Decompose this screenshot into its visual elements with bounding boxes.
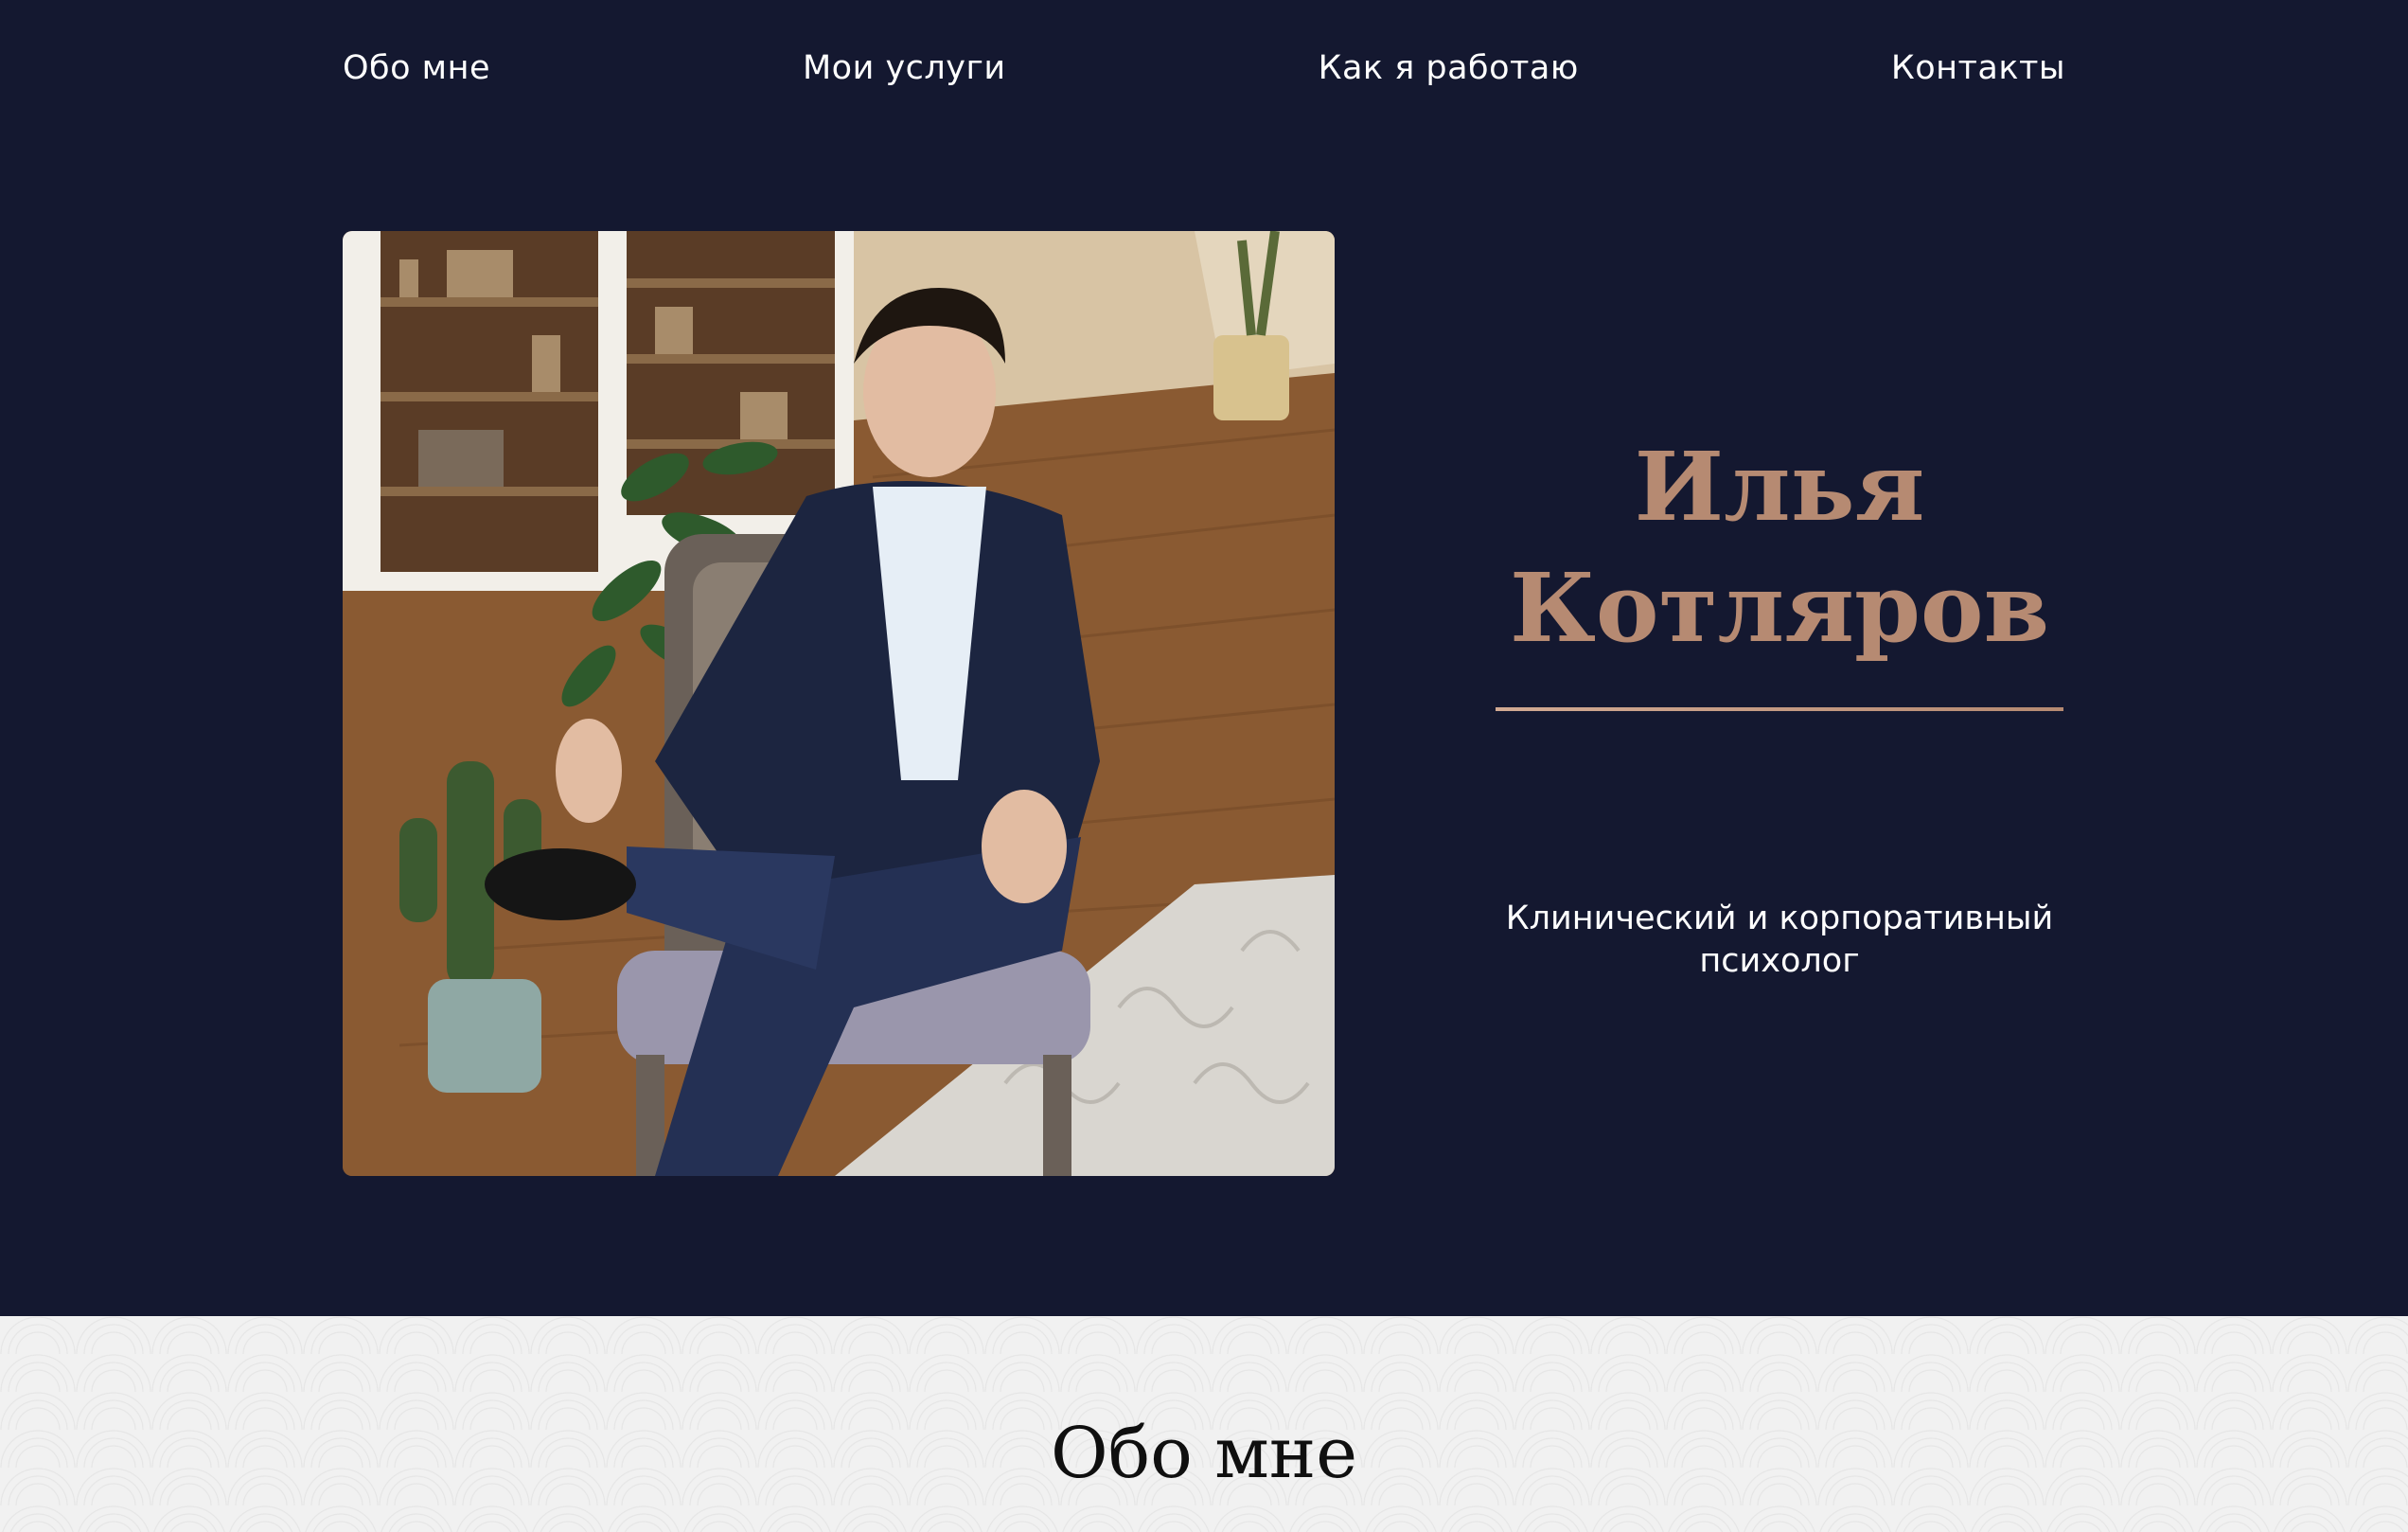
main-nav: Обо мне Мои услуги Как я работаю Контакт… bbox=[343, 38, 2065, 98]
hero-subtitle: Клинический и корпоративный психолог bbox=[1505, 900, 2054, 980]
nav-link-about[interactable]: Обо мне bbox=[343, 49, 490, 87]
name-last: Котляров bbox=[1509, 552, 2050, 664]
nav-link-services[interactable]: Мои услуги bbox=[803, 49, 1006, 87]
nav-link-how-i-work[interactable]: Как я работаю bbox=[1319, 49, 1579, 87]
name-divider bbox=[1496, 707, 2063, 711]
portrait-photo bbox=[343, 231, 1335, 1176]
portrait-illustration bbox=[343, 231, 1335, 1176]
hero-section: Обо мне Мои услуги Как я работаю Контакт… bbox=[0, 0, 2408, 1316]
about-section: Обо мне bbox=[0, 1316, 2408, 1532]
nav-link-contacts[interactable]: Контакты bbox=[1891, 49, 2065, 87]
hero-name: Илья Котляров bbox=[1496, 426, 2063, 668]
about-title: Обо мне bbox=[1051, 1413, 1357, 1494]
name-first: Илья bbox=[1634, 431, 1925, 543]
